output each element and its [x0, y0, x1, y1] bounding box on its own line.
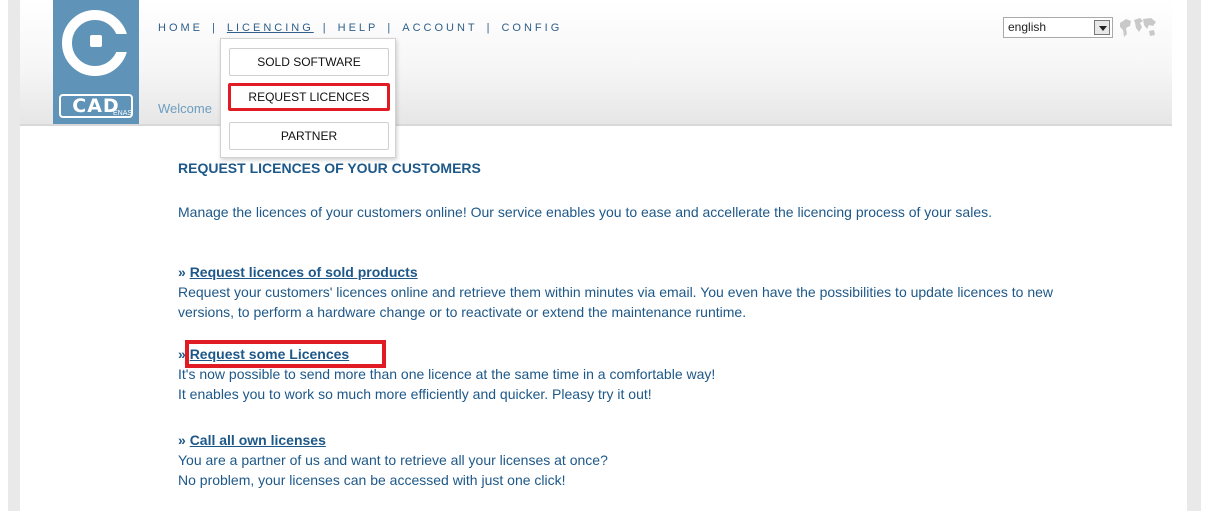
nav-help[interactable]: HELP [338, 22, 379, 34]
page-title: REQUEST LICENCES OF YOUR CUSTOMERS [178, 160, 481, 176]
nav-account[interactable]: ACCOUNT [402, 22, 477, 34]
licencing-dropdown-menu: SOLD SOFTWARE REQUEST LICENCES PARTNER [220, 38, 396, 158]
top-navigation: HOME | LICENCING | HELP | ACCOUNT | CONF… [158, 20, 562, 36]
cadenas-logo[interactable]: CAD ENAS [53, 0, 139, 124]
left-border [8, 0, 20, 511]
intro-text: Manage the licences of your customers on… [178, 204, 992, 220]
logo-sub: ENAS [113, 110, 133, 117]
right-border [1187, 0, 1201, 511]
nav-separator: | [322, 22, 329, 34]
section-description-2: No problem, your licenses can be accesse… [178, 472, 566, 488]
language-select[interactable]: english [1003, 17, 1113, 38]
menu-item-partner[interactable]: PARTNER [229, 122, 389, 150]
link-call-own-licenses[interactable]: Call all own licenses [190, 432, 326, 448]
section-description: You are a partner of us and want to retr… [178, 452, 608, 468]
section-marker: » [178, 264, 186, 280]
section-marker: » [178, 432, 186, 448]
nav-separator: | [486, 22, 493, 34]
section-description: Request your customers' licences online … [178, 284, 1054, 320]
menu-item-request-licences[interactable]: REQUEST LICENCES [228, 83, 390, 111]
link-request-sold-products[interactable]: Request licences of sold products [190, 264, 418, 280]
section-call-licenses: » Call all own licenses You are a partne… [178, 430, 1058, 490]
menu-item-sold-software[interactable]: SOLD SOFTWARE [229, 48, 389, 76]
dropdown-arrow-icon[interactable] [1094, 20, 1110, 35]
world-map-icon[interactable] [1118, 15, 1158, 41]
nav-separator: | [387, 22, 394, 34]
section-description-2: It enables you to work so much more effi… [178, 386, 652, 402]
section-sold-products: » Request licences of sold products Requ… [178, 262, 1058, 322]
nav-home[interactable]: HOME [158, 22, 203, 34]
welcome-text: Welcome [158, 101, 212, 116]
language-value: english [1008, 20, 1047, 34]
main-content: REQUEST LICENCES OF YOUR CUSTOMERS Manag… [178, 158, 1058, 488]
header-divider [20, 124, 1172, 126]
highlight-box [185, 340, 386, 368]
nav-config[interactable]: CONFIG [501, 22, 562, 34]
nav-licencing[interactable]: LICENCING [227, 22, 314, 34]
nav-separator: | [212, 22, 218, 34]
